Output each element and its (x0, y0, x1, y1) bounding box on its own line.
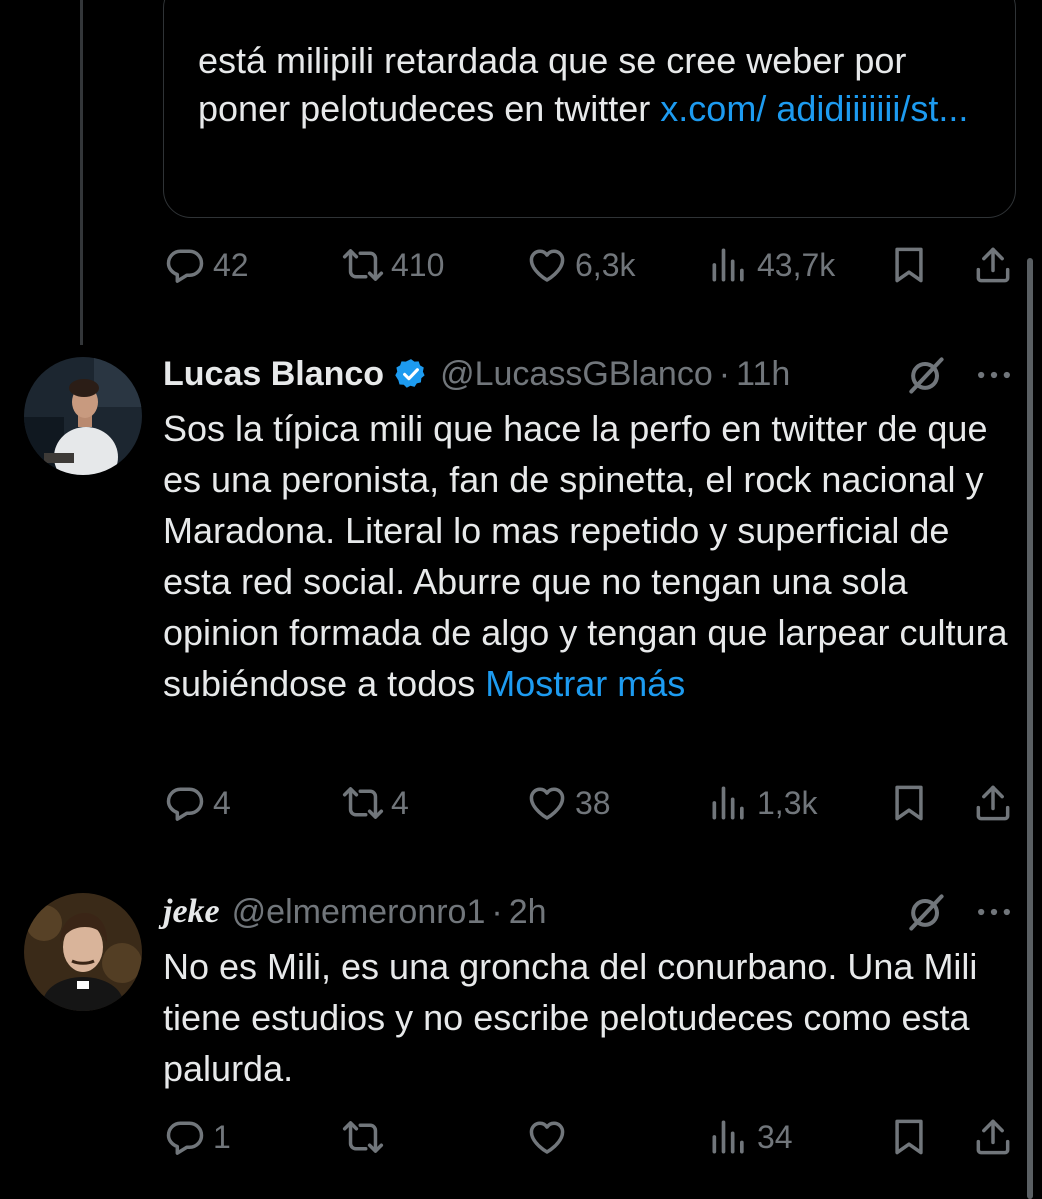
views-icon (707, 1115, 751, 1159)
like-count: 38 (575, 784, 611, 821)
reply-icon (163, 1115, 207, 1159)
share-button[interactable] (971, 778, 1015, 828)
repost-count: 410 (391, 246, 445, 283)
avatar-lucas-blanco[interactable] (24, 357, 142, 475)
repost-button[interactable]: 410 (341, 240, 444, 290)
avatar-image (24, 357, 142, 475)
thread-connector-line (80, 0, 83, 345)
views-button[interactable]: 43,7k (707, 240, 835, 290)
views-count: 43,7k (757, 246, 836, 283)
verified-icon (395, 359, 425, 388)
more-icon[interactable] (972, 890, 1016, 934)
bookmark-icon (887, 781, 931, 825)
post-header-jeke: jeke @elmemeronro1 · 2h (163, 890, 547, 934)
post-time[interactable]: 11h (736, 355, 790, 394)
author-name[interactable]: jeke (163, 893, 220, 931)
like-button[interactable] (525, 1112, 575, 1162)
repost-icon (341, 1115, 385, 1159)
post-text-jeke: No es Mili, es una groncha del conurbano… (163, 946, 978, 1089)
like-icon (525, 781, 569, 825)
bookmark-button[interactable] (887, 1112, 931, 1162)
reply-button[interactable]: 42 (163, 240, 249, 290)
repost-button[interactable] (341, 1112, 391, 1162)
views-icon (707, 243, 751, 287)
repost-count: 4 (391, 784, 409, 821)
author-handle[interactable]: @LucassGBlanco (440, 355, 713, 394)
author-name[interactable]: Lucas Blanco (163, 355, 384, 394)
like-count: 6,3k (575, 246, 636, 283)
like-icon (525, 1115, 569, 1159)
views-button[interactable]: 34 (707, 1112, 793, 1162)
action-bar: 1 34 (163, 1112, 1023, 1162)
repost-icon (341, 781, 385, 825)
post-time[interactable]: 2h (509, 893, 547, 932)
grok-icon[interactable] (904, 890, 948, 934)
share-icon (971, 243, 1015, 287)
separator-dot: · (491, 892, 503, 931)
more-icon[interactable] (972, 353, 1016, 397)
author-handle[interactable]: @elmemeronro1 (232, 893, 486, 932)
avatar-jeke[interactable] (24, 893, 142, 1011)
views-button[interactable]: 1,3k (707, 778, 817, 828)
views-count: 34 (757, 1118, 793, 1155)
reply-count: 4 (213, 784, 231, 821)
scrollbar[interactable] (1027, 258, 1033, 1199)
reply-icon (163, 781, 207, 825)
share-icon (971, 781, 1015, 825)
action-bar: 4 4 38 1,3k (163, 778, 1023, 828)
post-text-lucas: Sos la típica mili que hace la perfo en … (163, 403, 1013, 709)
show-more-link[interactable]: Mostrar más (485, 663, 685, 704)
views-count: 1,3k (757, 784, 818, 821)
bookmark-icon (887, 1115, 931, 1159)
reply-button[interactable]: 4 (163, 778, 231, 828)
bookmark-button[interactable] (887, 240, 931, 290)
avatar-image (24, 893, 142, 1011)
reply-count: 1 (213, 1118, 231, 1155)
quoted-post-link[interactable]: x.com/ adidiiiiiii/st... (660, 88, 968, 129)
reply-icon (163, 243, 207, 287)
repost-button[interactable]: 4 (341, 778, 409, 828)
like-button[interactable]: 38 (525, 778, 611, 828)
like-icon (525, 243, 569, 287)
action-bar: 42 410 6,3k 43,7k (163, 240, 1023, 290)
bookmark-button[interactable] (887, 778, 931, 828)
reply-count: 42 (213, 246, 249, 283)
share-button[interactable] (971, 240, 1015, 290)
views-icon (707, 781, 751, 825)
post-body: Sos la típica mili que hace la perfo en … (163, 408, 1008, 704)
quoted-post-text: está milipili retardada que se cree webe… (198, 37, 998, 133)
repost-icon (341, 243, 385, 287)
share-button[interactable] (971, 1112, 1015, 1162)
post-header-lucas: Lucas Blanco @LucassGBlanco · 11h (163, 352, 790, 396)
separator-dot: · (718, 354, 731, 393)
grok-icon[interactable] (904, 353, 948, 397)
reply-button[interactable]: 1 (163, 1112, 231, 1162)
like-button[interactable]: 6,3k (525, 240, 635, 290)
bookmark-icon (887, 243, 931, 287)
share-icon (971, 1115, 1015, 1159)
